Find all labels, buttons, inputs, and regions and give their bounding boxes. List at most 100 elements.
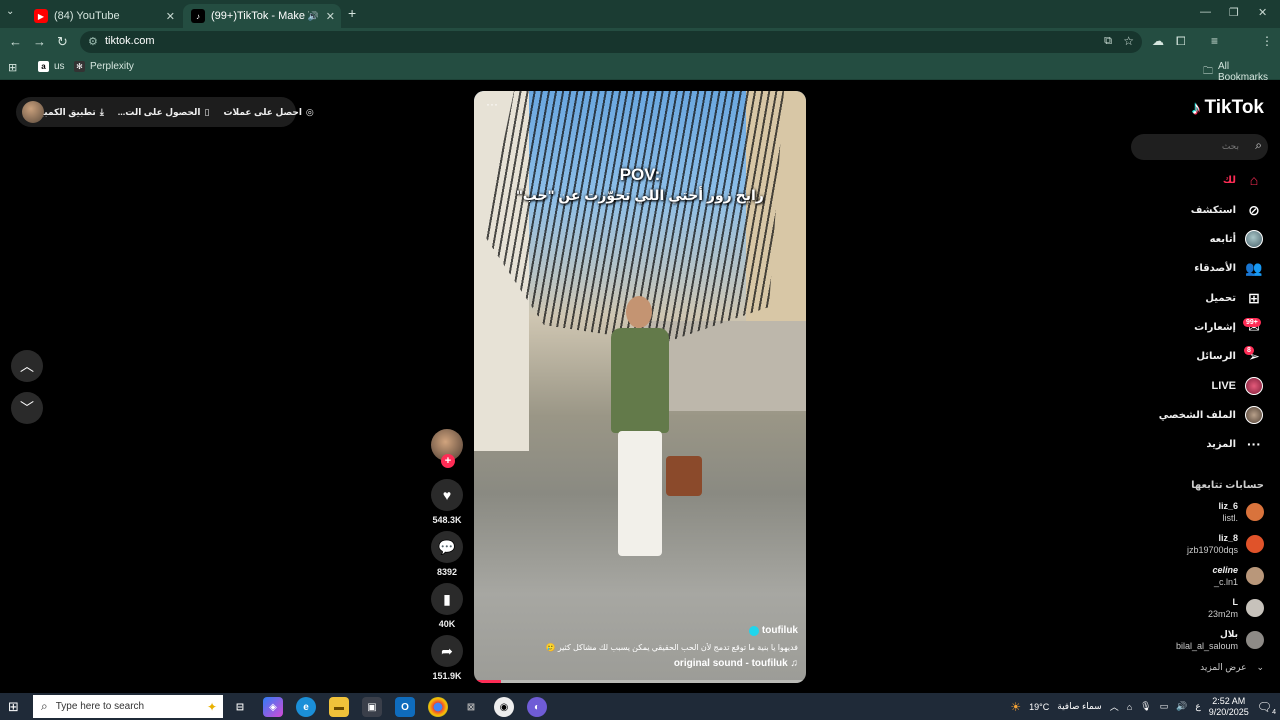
account-name: liz_6	[1218, 501, 1238, 511]
nav-profile[interactable]: الملف الشخصي	[1159, 403, 1264, 427]
tab-search-icon[interactable]: ⌄	[6, 6, 14, 17]
save-action[interactable]: ▮ 40K	[430, 583, 464, 629]
xbox-icon[interactable]: ⊠	[461, 697, 481, 717]
bookmark-star-icon[interactable]: ☆	[1123, 34, 1134, 48]
weather-icon: ☀	[1010, 699, 1022, 714]
close-icon[interactable]: ✕	[166, 10, 175, 23]
more-options-icon[interactable]: ···	[486, 97, 498, 111]
windows-start-icon[interactable]: ⊞	[8, 699, 19, 715]
share-action[interactable]: ➦ 151.9K	[430, 635, 464, 681]
bookmark-amazon[interactable]: a us	[38, 61, 65, 72]
apps-grid-icon[interactable]: ⊞	[8, 61, 17, 74]
browser-app-icon[interactable]: ◐	[527, 697, 547, 717]
clock[interactable]: 2:52 AM 9/20/2025	[1209, 696, 1249, 718]
like-action[interactable]: ♥ 548.3K	[430, 479, 464, 525]
account-handle: bilal_al_saloum	[1175, 641, 1238, 651]
menu-icon[interactable]: ⋮	[1261, 34, 1273, 48]
minimize-button[interactable]: —	[1200, 6, 1211, 18]
edge-icon[interactable]: e	[296, 697, 316, 717]
file-explorer-icon[interactable]: ▬	[329, 697, 349, 717]
video-author[interactable]: toufiluk	[748, 625, 798, 636]
search-icon[interactable]: ⌕	[1255, 138, 1262, 153]
site-info-icon[interactable]: ⚙	[88, 35, 98, 48]
network-icon[interactable]: ⌂	[1127, 702, 1132, 712]
video-sound[interactable]: original sound - toufiluk ♫	[674, 658, 798, 669]
video-player[interactable]: ··· POV: رايح زور أختي اللي تجوّزت عن "ح…	[474, 91, 806, 683]
notifications-icon[interactable]: 🗨 4	[1257, 700, 1276, 716]
microphone-icon[interactable]: 🎙	[1140, 701, 1151, 712]
github-icon[interactable]: ◉	[494, 697, 514, 717]
nav-live[interactable]: LIVE	[1212, 374, 1264, 398]
following-account[interactable]: liz_8 jzb19700dqs	[1187, 531, 1264, 557]
forward-icon[interactable]: →	[33, 34, 46, 49]
nav-following[interactable]: أتابعه	[1210, 227, 1264, 251]
reload-icon[interactable]: ↻	[57, 34, 68, 50]
install-app-icon[interactable]: ⧉	[1104, 35, 1112, 48]
nav-more[interactable]: ··· المزيد	[1206, 432, 1264, 456]
restore-button[interactable]: ❐	[1229, 6, 1239, 19]
weather-text[interactable]: سماء صافية	[1057, 701, 1101, 712]
phone-icon: ▯	[204, 106, 210, 117]
follow-plus-button[interactable]: +	[441, 454, 455, 468]
extensions-icon[interactable]: ⧠	[1176, 34, 1186, 49]
chevron-up-icon[interactable]: ︿	[1110, 700, 1119, 713]
following-account[interactable]: L 23m2m	[1208, 595, 1264, 621]
comment-icon[interactable]: 💬	[431, 531, 463, 563]
search-highlight-icon: ✦	[206, 699, 217, 714]
comment-action[interactable]: 💬 8392	[430, 531, 464, 577]
scene-person-bag	[666, 456, 702, 496]
close-window-button[interactable]: ✕	[1258, 6, 1267, 19]
close-icon[interactable]: ✕	[326, 10, 335, 23]
nav-for-you[interactable]: ⌂ لك	[1223, 168, 1264, 192]
copilot-icon[interactable]: ◈	[263, 697, 283, 717]
following-account[interactable]: liz_6 listl.	[1218, 499, 1264, 525]
task-view-icon[interactable]: ⊟	[230, 697, 250, 717]
taskbar-search-box[interactable]: ⌕ Type here to search ✦	[33, 695, 223, 718]
search-input[interactable]	[1139, 138, 1239, 156]
tab-tiktok[interactable]: ♪ (99+)TikTok - Make Your Da 🔊 ✕	[183, 4, 341, 28]
video-progress-bar[interactable]	[474, 680, 806, 683]
get-coins-link[interactable]: ◎ احصل على عملات	[223, 107, 313, 118]
weather-temp[interactable]: 19°C	[1029, 702, 1049, 712]
tab-title: (84) YouTube	[54, 10, 120, 22]
friends-icon: 👥	[1245, 259, 1263, 276]
see-more-link[interactable]: ⌄ عرض المزيد	[1200, 662, 1264, 673]
nav-upload[interactable]: ⊞ تحميل	[1205, 286, 1264, 310]
top-action-bar: ◎ احصل على عملات ▯ الحصول على الت... ⤓ تطبي…	[16, 97, 314, 127]
tab-title: (99+)TikTok - Make Your Da	[211, 10, 309, 22]
account-avatar	[1246, 535, 1264, 553]
following-account[interactable]: بلال bilal_al_saloum	[1176, 627, 1264, 653]
search-box[interactable]: ⌕	[1131, 134, 1268, 160]
speaker-icon[interactable]: 🔊	[1176, 701, 1187, 712]
bookmark-perplexity[interactable]: ✻ Perplexity	[74, 61, 134, 72]
language-indicator[interactable]: ع	[1195, 701, 1200, 712]
next-video-button[interactable]: ﹀	[11, 392, 43, 424]
address-bar[interactable]: ⚙ tiktok.com ⧉ ☆	[80, 31, 1142, 53]
coin-icon: ◎	[305, 106, 314, 117]
outlook-icon[interactable]: O	[395, 697, 415, 717]
get-app-link[interactable]: ▯ الحصول على الت...	[118, 107, 210, 118]
tiktok-logo[interactable]: ♪ TikTok	[1192, 97, 1264, 119]
store-icon[interactable]: ▣	[362, 697, 382, 717]
heart-icon[interactable]: ♥	[431, 479, 463, 511]
chrome-icon[interactable]	[428, 697, 448, 717]
all-bookmarks[interactable]: 🗀 All Bookmarks	[1203, 61, 1280, 83]
speaker-icon[interactable]: 🔊	[308, 11, 319, 22]
user-avatar[interactable]	[22, 101, 44, 123]
following-avatar-icon	[1244, 229, 1264, 249]
account-name: celine	[1212, 565, 1238, 575]
reading-list-icon[interactable]: ≡	[1211, 34, 1218, 48]
nav-messages[interactable]: ➢ الرسائل	[1196, 344, 1264, 368]
battery-icon[interactable]: ▭	[1160, 701, 1169, 712]
nav-friends[interactable]: 👥 الأصدقاء	[1194, 256, 1264, 280]
bookmark-icon[interactable]: ▮	[431, 583, 463, 615]
previous-video-button[interactable]: ︿	[11, 350, 43, 382]
share-icon[interactable]: ➦	[431, 635, 463, 667]
new-tab-button[interactable]: +	[348, 5, 356, 21]
nav-explore[interactable]: ⊘ استكشف	[1191, 198, 1264, 222]
back-icon[interactable]: ←	[9, 34, 22, 49]
following-account[interactable]: celine _c.ln1	[1212, 563, 1264, 589]
cloud-icon[interactable]: ☁	[1152, 34, 1164, 48]
tab-youtube[interactable]: ▶ (84) YouTube ✕	[26, 4, 181, 28]
live-image	[1245, 377, 1263, 395]
